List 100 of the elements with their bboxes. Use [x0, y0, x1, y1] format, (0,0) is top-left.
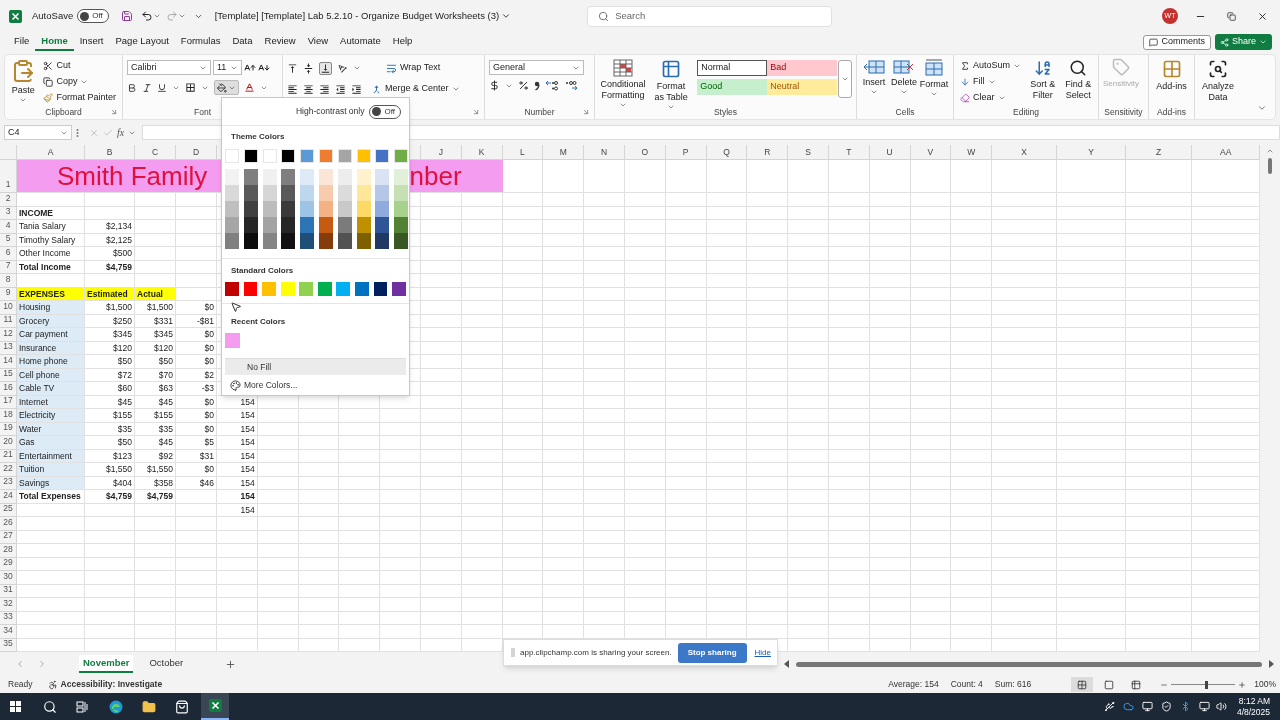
status-count: Count: 4 — [950, 678, 983, 691]
menu-tab[interactable]: File — [8, 33, 36, 51]
zoom-level[interactable]: 100% — [1254, 678, 1276, 691]
table-cell: $45 — [135, 395, 176, 409]
sheet-title: Smith Family — [57, 159, 208, 193]
hide-link[interactable]: Hide — [754, 646, 771, 659]
font-size-dropdown[interactable]: 11 — [213, 60, 242, 75]
accessibility-status[interactable]: Accessibility: Investigate — [60, 678, 163, 691]
column-header[interactable]: W — [951, 145, 993, 160]
column-header[interactable]: T — [828, 145, 870, 160]
table-cell: $1,500 — [85, 301, 135, 315]
format-as-table-button[interactable]: Format as Table — [650, 58, 692, 111]
number-format-dropdown[interactable]: General — [489, 60, 584, 75]
column-header[interactable]: D — [176, 145, 217, 160]
fill-button[interactable]: Fill — [958, 74, 1024, 90]
column-header[interactable]: K — [461, 145, 503, 160]
group-label: Font — [194, 106, 211, 119]
group-label: Editing — [1013, 106, 1039, 119]
share-button[interactable]: Share — [1214, 34, 1272, 50]
high-contrast-label: High-contrast only — [295, 105, 365, 118]
sheet-tab[interactable]: October — [145, 655, 188, 673]
cut-button[interactable]: Cut — [41, 58, 118, 74]
table-cell: $500 — [85, 247, 135, 261]
copy-button[interactable]: Copy — [41, 74, 118, 90]
menu-tab[interactable]: Formulas — [174, 33, 227, 51]
menu-tab[interactable]: Data — [226, 33, 259, 51]
add-ins-button[interactable]: Add-ins — [1153, 58, 1190, 92]
column-header[interactable]: Y — [1057, 145, 1127, 160]
column-header[interactable]: A — [17, 145, 85, 160]
table-cell: $331 — [135, 314, 176, 328]
column-header[interactable]: U — [869, 145, 911, 160]
cell-style-option[interactable]: Normal — [697, 60, 768, 76]
column-header[interactable]: O — [624, 145, 666, 160]
cells-button[interactable]: Insert — [861, 58, 887, 96]
find-select-button[interactable]: Find & Select — [1062, 58, 1094, 101]
column-header[interactable]: P — [665, 145, 707, 160]
table-cell: $46 — [176, 476, 217, 490]
column-header[interactable]: N — [584, 145, 625, 160]
cells-button[interactable]: Format — [921, 58, 947, 98]
table-cell: $1,550 — [85, 463, 135, 477]
menu-tab[interactable]: View — [301, 33, 335, 51]
toggle-switch[interactable]: Off — [369, 104, 401, 119]
cell-style-option[interactable]: Bad — [767, 60, 838, 76]
table-cell: $1,550 — [135, 463, 176, 477]
column-header[interactable]: B — [85, 145, 135, 160]
column-header[interactable]: Q — [706, 145, 748, 160]
column-header[interactable]: S — [788, 145, 829, 160]
menu-tab[interactable]: Home — [35, 33, 74, 51]
column-header[interactable]: J — [421, 145, 462, 160]
clock[interactable]: 8:12 AM 4/8/2025 — [1236, 695, 1270, 718]
merge-center-button[interactable]: Merge & Center — [369, 81, 462, 97]
table-cell: 154 — [217, 490, 258, 504]
stop-sharing-button[interactable]: Stop sharing — [677, 642, 747, 663]
table-cell: $45 — [85, 395, 135, 409]
sort-filter-button[interactable]: Sort & Filter — [1027, 58, 1059, 101]
table-cell: $0 — [176, 355, 217, 369]
wrap-text-button[interactable]: Wrap Text — [384, 60, 443, 76]
more-colors-option[interactable]: More Colors... — [222, 375, 409, 395]
row-number: 28 — [0, 544, 17, 558]
column-header[interactable]: L — [502, 145, 544, 160]
cells-button[interactable]: Delete — [891, 58, 917, 96]
column-header[interactable]: Z — [1126, 145, 1193, 160]
table-cell: 154 — [217, 422, 258, 436]
search-field[interactable]: Search — [587, 5, 833, 27]
menu-tab[interactable]: Page Layout — [109, 33, 175, 51]
column-header[interactable]: X — [992, 145, 1058, 160]
column-header[interactable]: AA — [1192, 145, 1261, 160]
row-number: 22 — [0, 463, 17, 477]
status-average: Average: 154 — [888, 678, 939, 691]
autosum-button[interactable]: AutoSum — [958, 58, 1024, 74]
column-header[interactable]: R — [747, 145, 789, 160]
column-header[interactable]: M — [543, 145, 585, 160]
clear-button[interactable]: Clear — [958, 90, 1024, 106]
row-number: 4 — [0, 220, 17, 234]
conditional-formatting-button[interactable]: Conditional Formatting — [599, 58, 647, 109]
menu-tab[interactable]: Automate — [334, 33, 387, 51]
menu-tab[interactable]: Insert — [73, 33, 110, 51]
table-cell: $35 — [135, 422, 176, 436]
toggle-switch[interactable]: Off — [77, 9, 109, 23]
comments-button[interactable]: Comments — [1143, 34, 1211, 50]
row-number: 2 — [0, 193, 17, 207]
section-title: Theme Colors — [231, 131, 285, 143]
cell-style-option[interactable]: Good — [697, 79, 768, 95]
cell-style-option[interactable]: Neutral — [767, 79, 838, 95]
insert-function-label[interactable]: fx — [117, 125, 125, 140]
format-painter-button[interactable]: Format Painter — [41, 90, 118, 106]
sheet-tab[interactable]: November — [79, 655, 134, 673]
table-cell: $50 — [85, 436, 135, 450]
column-header[interactable]: V — [910, 145, 952, 160]
paste-button[interactable]: Paste — [9, 58, 38, 104]
menu-tab[interactable]: Help — [386, 33, 419, 51]
no-fill-option[interactable]: No Fill — [225, 358, 406, 375]
menu-tab[interactable]: Review — [258, 33, 302, 51]
name-box[interactable]: C4 — [4, 125, 72, 140]
column-header[interactable]: C — [135, 145, 176, 160]
row-number: 14 — [0, 355, 17, 369]
analyze-data-button[interactable]: Analyze Data — [1201, 58, 1235, 103]
table-cell: $72 — [85, 368, 135, 382]
font-name-dropdown[interactable]: Calibri — [127, 60, 211, 75]
table-cell: Gas — [17, 436, 85, 450]
